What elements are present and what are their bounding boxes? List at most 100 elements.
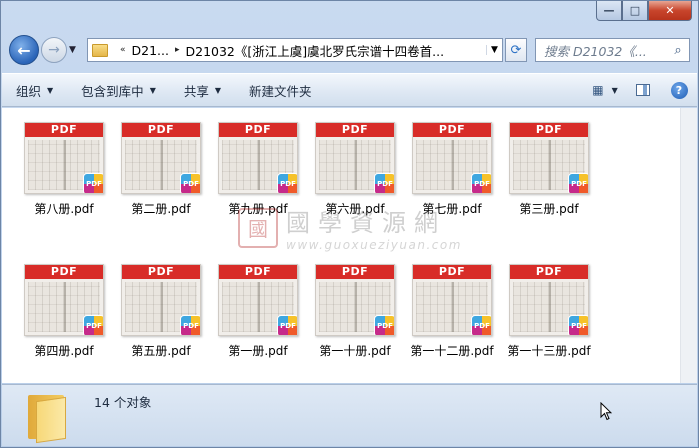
share-label: 共享 xyxy=(183,83,209,99)
help-icon: ? xyxy=(670,81,688,99)
caption-buttons: — □ ✕ xyxy=(596,1,692,21)
pdf-app-icon: PDF xyxy=(374,315,394,335)
breadcrumb-parent[interactable]: D21... xyxy=(132,43,169,58)
pdf-app-icon: PDF xyxy=(180,173,200,193)
pdf-thumbnail-label: PDF xyxy=(510,265,588,279)
breadcrumb-current[interactable]: D21032《[浙江上虞]虞北罗氏宗谱十四卷首... xyxy=(186,41,445,60)
chevron-down-icon: ▼ xyxy=(149,85,156,95)
file-item[interactable]: PDF PDF 第一十三册.pdf xyxy=(503,264,595,359)
pdf-thumbnail: PDF PDF xyxy=(315,122,395,194)
file-name: 第一十册.pdf xyxy=(319,344,391,358)
new-folder-label: 新建文件夹 xyxy=(249,83,312,99)
pdf-app-icon: PDF xyxy=(568,173,588,193)
command-bar: 组织 ▼ 包含到库中 ▼ 共享 ▼ 新建文件夹 ▦ ▼ ? xyxy=(2,73,697,107)
close-button[interactable]: ✕ xyxy=(648,1,692,21)
file-list-pane[interactable]: PDF PDF 第八册.pdf PDF PDF 第二册.pdf PDF PDF 第九册.pdf P… xyxy=(2,108,697,383)
watermark-text: 國學資源網 xyxy=(286,209,446,237)
pdf-app-icon: PDF xyxy=(83,315,103,335)
forward-button[interactable]: → xyxy=(41,37,67,63)
watermark-seal: 國 xyxy=(238,207,278,248)
pdf-thumbnail-label: PDF xyxy=(413,265,491,279)
details-pane: 14 个对象 xyxy=(2,384,697,446)
pdf-thumbnail: PDF PDF xyxy=(218,264,298,336)
file-name: 第一十二册.pdf xyxy=(410,344,494,358)
breadcrumb-separator-icon[interactable]: ▸ xyxy=(175,45,180,55)
pdf-thumbnail: PDF PDF xyxy=(218,122,298,194)
organize-label: 组织 xyxy=(16,83,42,99)
file-name: 第八册.pdf xyxy=(34,202,94,216)
pdf-thumbnail-label: PDF xyxy=(122,123,200,137)
file-item[interactable]: PDF PDF 第一十二册.pdf xyxy=(406,264,498,359)
minimize-button[interactable]: — xyxy=(596,1,622,21)
pdf-app-icon: PDF xyxy=(180,315,200,335)
pdf-thumbnail: PDF PDF xyxy=(412,264,492,336)
pdf-thumbnail: PDF PDF xyxy=(412,122,492,194)
file-item[interactable]: PDF PDF 第四册.pdf xyxy=(18,264,110,359)
pdf-thumbnail-label: PDF xyxy=(219,123,297,137)
pdf-thumbnail: PDF PDF xyxy=(509,264,589,336)
pdf-app-icon: PDF xyxy=(277,315,297,335)
pdf-thumbnail-label: PDF xyxy=(25,265,103,279)
file-name: 第五册.pdf xyxy=(131,344,191,358)
pdf-thumbnail: PDF PDF xyxy=(24,264,104,336)
pdf-app-icon: PDF xyxy=(374,173,394,193)
file-item[interactable]: PDF PDF 第一十册.pdf xyxy=(309,264,401,359)
overflow-chevron-icon[interactable]: « xyxy=(120,45,126,55)
explorer-window: — □ ✕ ← → ▼ « D21... ▸ D21032《[浙江上虞]虞北罗氏… xyxy=(0,0,699,448)
refresh-button[interactable]: ⟳ xyxy=(505,38,527,62)
watermark-url: www.guoxueziyuan.com xyxy=(286,238,462,252)
include-in-library-menu[interactable]: 包含到库中 ▼ xyxy=(67,81,170,100)
pdf-app-icon: PDF xyxy=(83,173,103,193)
address-bar[interactable]: « D21... ▸ D21032《[浙江上虞]虞北罗氏宗谱十四卷首... ▼ xyxy=(87,38,503,62)
file-name: 第二册.pdf xyxy=(131,202,191,216)
preview-pane-icon xyxy=(636,84,650,96)
pdf-app-icon: PDF xyxy=(471,315,491,335)
pdf-thumbnail: PDF PDF xyxy=(121,264,201,336)
file-item[interactable]: PDF PDF 第二册.pdf xyxy=(115,122,207,217)
search-icon[interactable]: ⌕ xyxy=(667,43,689,58)
view-options-icon: ▦ xyxy=(592,83,604,97)
pdf-thumbnail-label: PDF xyxy=(316,265,394,279)
back-button[interactable]: ← xyxy=(9,35,39,65)
file-item[interactable]: PDF PDF 第八册.pdf xyxy=(18,122,110,217)
file-name: 第一册.pdf xyxy=(228,344,288,358)
pdf-app-icon: PDF xyxy=(277,173,297,193)
file-item[interactable]: PDF PDF 第一册.pdf xyxy=(212,264,304,359)
help-button[interactable]: ? xyxy=(661,81,697,99)
navigation-bar: ← → ▼ « D21... ▸ D21032《[浙江上虞]虞北罗氏宗谱十四卷首… xyxy=(9,35,690,65)
pdf-thumbnail-label: PDF xyxy=(510,123,588,137)
view-options-button[interactable]: ▦ ▼ xyxy=(585,83,625,97)
pdf-thumbnail-label: PDF xyxy=(219,265,297,279)
include-library-label: 包含到库中 xyxy=(81,83,144,99)
chevron-down-icon: ▼ xyxy=(214,85,222,95)
maximize-button[interactable]: □ xyxy=(622,1,648,21)
vertical-scrollbar[interactable] xyxy=(680,108,697,383)
file-name: 第三册.pdf xyxy=(519,202,579,216)
search-input[interactable]: 搜索 D21032《... ⌕ xyxy=(535,38,690,62)
chevron-down-icon: ▼ xyxy=(47,85,54,95)
pdf-thumbnail: PDF PDF xyxy=(315,264,395,336)
folder-icon xyxy=(26,395,68,444)
pdf-thumbnail: PDF PDF xyxy=(24,122,104,194)
new-folder-button[interactable]: 新建文件夹 xyxy=(235,81,326,100)
watermark: 國 國學資源網 www.guoxueziyuan.com xyxy=(238,203,462,252)
recent-pages-dropdown[interactable]: ▼ xyxy=(69,45,81,55)
file-name: 第一十三册.pdf xyxy=(507,344,591,358)
pdf-thumbnail-label: PDF xyxy=(122,265,200,279)
pdf-app-icon: PDF xyxy=(568,315,588,335)
pdf-thumbnail: PDF PDF xyxy=(509,122,589,194)
item-count: 14 个对象 xyxy=(94,395,152,410)
folder-icon xyxy=(92,43,108,57)
pdf-thumbnail: PDF PDF xyxy=(121,122,201,194)
organize-menu[interactable]: 组织 ▼ xyxy=(2,81,67,100)
file-item[interactable]: PDF PDF 第五册.pdf xyxy=(115,264,207,359)
address-dropdown-icon[interactable]: ▼ xyxy=(486,45,502,55)
pdf-thumbnail-label: PDF xyxy=(413,123,491,137)
pdf-thumbnail-label: PDF xyxy=(25,123,103,137)
chevron-down-icon: ▼ xyxy=(611,85,618,95)
file-item[interactable]: PDF PDF 第三册.pdf xyxy=(503,122,595,217)
pdf-thumbnail-label: PDF xyxy=(316,123,394,137)
preview-pane-button[interactable] xyxy=(625,84,661,96)
share-menu[interactable]: 共享 ▼ xyxy=(170,81,235,100)
pdf-app-icon: PDF xyxy=(471,173,491,193)
